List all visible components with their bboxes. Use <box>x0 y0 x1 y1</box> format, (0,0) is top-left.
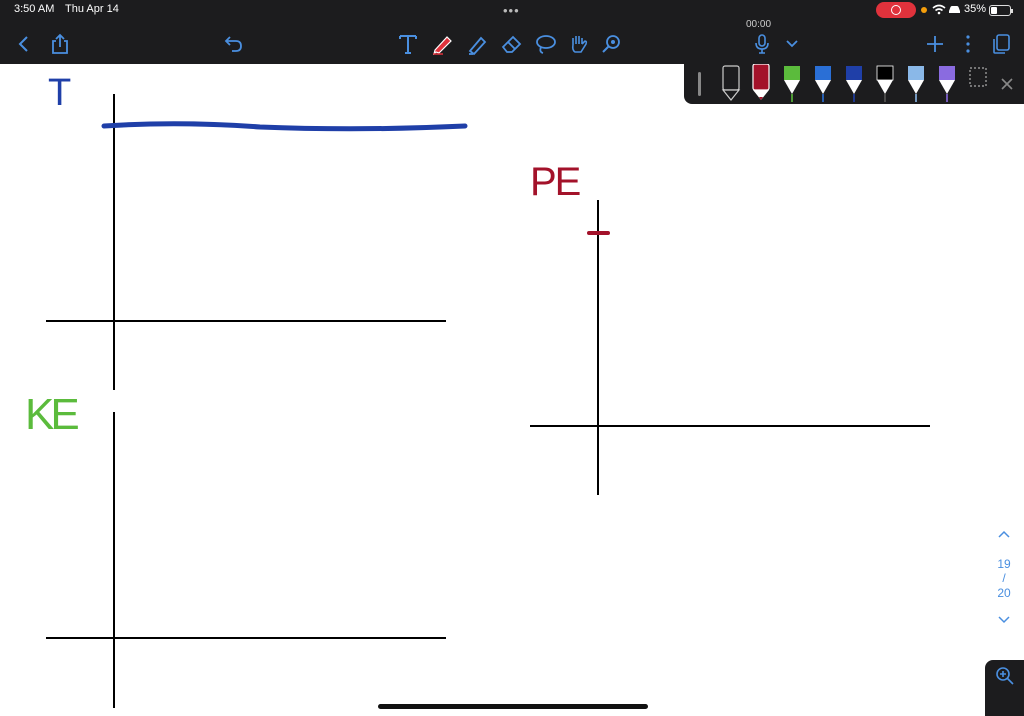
pen-green-icon[interactable] <box>781 64 803 102</box>
pen-tool-button[interactable] <box>429 30 457 58</box>
microphone-options-button[interactable] <box>778 30 806 58</box>
status-date: Thu Apr 14 <box>65 3 119 15</box>
pen-dark-blue-icon[interactable] <box>843 64 865 102</box>
lasso-tool-icon <box>536 35 556 54</box>
more-button[interactable] <box>954 30 982 58</box>
pen-tool-icon <box>433 36 452 55</box>
drawing-canvas[interactable] <box>0 0 1024 716</box>
previous-page-icon[interactable] <box>997 529 1011 539</box>
ke-label: KE <box>25 390 80 439</box>
share-icon <box>52 33 68 54</box>
status-time: 3:50 AM <box>14 3 55 15</box>
eraser-tool-icon <box>501 35 522 53</box>
pen-palette <box>684 64 1024 104</box>
shape-tool-button[interactable] <box>598 30 626 58</box>
pages-button[interactable] <box>987 30 1015 58</box>
add-pen-icon[interactable] <box>967 64 989 102</box>
chevron-down-icon <box>786 40 798 48</box>
multitasking-dots-icon[interactable]: ••• <box>503 3 520 18</box>
text-tool-button[interactable] <box>394 30 422 58</box>
palette-handle[interactable] <box>698 72 701 96</box>
pen-red-icon[interactable] <box>750 64 772 102</box>
mic-in-use-indicator-icon <box>921 7 927 13</box>
wifi-icon <box>932 4 946 15</box>
battery-icon <box>989 5 1013 16</box>
pen-white-icon[interactable] <box>720 64 742 102</box>
t-graph-blue-line <box>101 121 468 132</box>
t-label: T <box>48 72 72 114</box>
page-separator: / <box>1002 571 1006 585</box>
screen-record-icon[interactable] <box>876 2 916 18</box>
eraser-tool-button[interactable] <box>498 30 526 58</box>
home-indicator[interactable] <box>378 704 648 709</box>
highlighter-tool-button[interactable] <box>464 30 492 58</box>
pen-purple-icon[interactable] <box>936 64 958 102</box>
zoom-button[interactable] <box>985 660 1024 716</box>
recording-timer: 00:00 <box>746 19 772 30</box>
back-button[interactable] <box>10 30 38 58</box>
close-palette-icon[interactable] <box>1000 77 1014 91</box>
page-total: 20 <box>997 586 1011 600</box>
hand-tool-icon <box>571 36 588 53</box>
text-tool-icon <box>399 35 417 54</box>
microphone-button[interactable] <box>748 30 776 58</box>
zoom-in-icon <box>995 667 1014 685</box>
more-icon <box>966 35 970 53</box>
microphone-icon <box>755 34 769 54</box>
add-page-button[interactable] <box>921 30 949 58</box>
shape-tool-icon <box>602 35 620 53</box>
plus-icon <box>927 36 943 52</box>
top-toolbar: 3:50 AM Thu Apr 14 ••• 35% 00:00 <box>0 0 1024 64</box>
pe-label: PE <box>530 160 581 204</box>
pen-blue-icon[interactable] <box>812 64 834 102</box>
hand-tool-button[interactable] <box>565 30 593 58</box>
undo-icon <box>224 36 242 52</box>
chevron-left-icon <box>18 36 28 52</box>
pages-icon <box>993 34 1010 54</box>
share-button[interactable] <box>46 30 74 58</box>
pen-black-icon[interactable] <box>874 64 896 102</box>
next-page-icon[interactable] <box>997 615 1011 625</box>
page-current: 19 <box>997 557 1011 571</box>
lasso-tool-button[interactable] <box>532 30 560 58</box>
highlighter-tool-icon <box>468 36 487 55</box>
battery-percent: 35% <box>964 3 987 15</box>
pen-light-blue-icon[interactable] <box>905 64 927 102</box>
undo-button[interactable] <box>220 30 248 58</box>
car-play-icon <box>949 6 960 13</box>
